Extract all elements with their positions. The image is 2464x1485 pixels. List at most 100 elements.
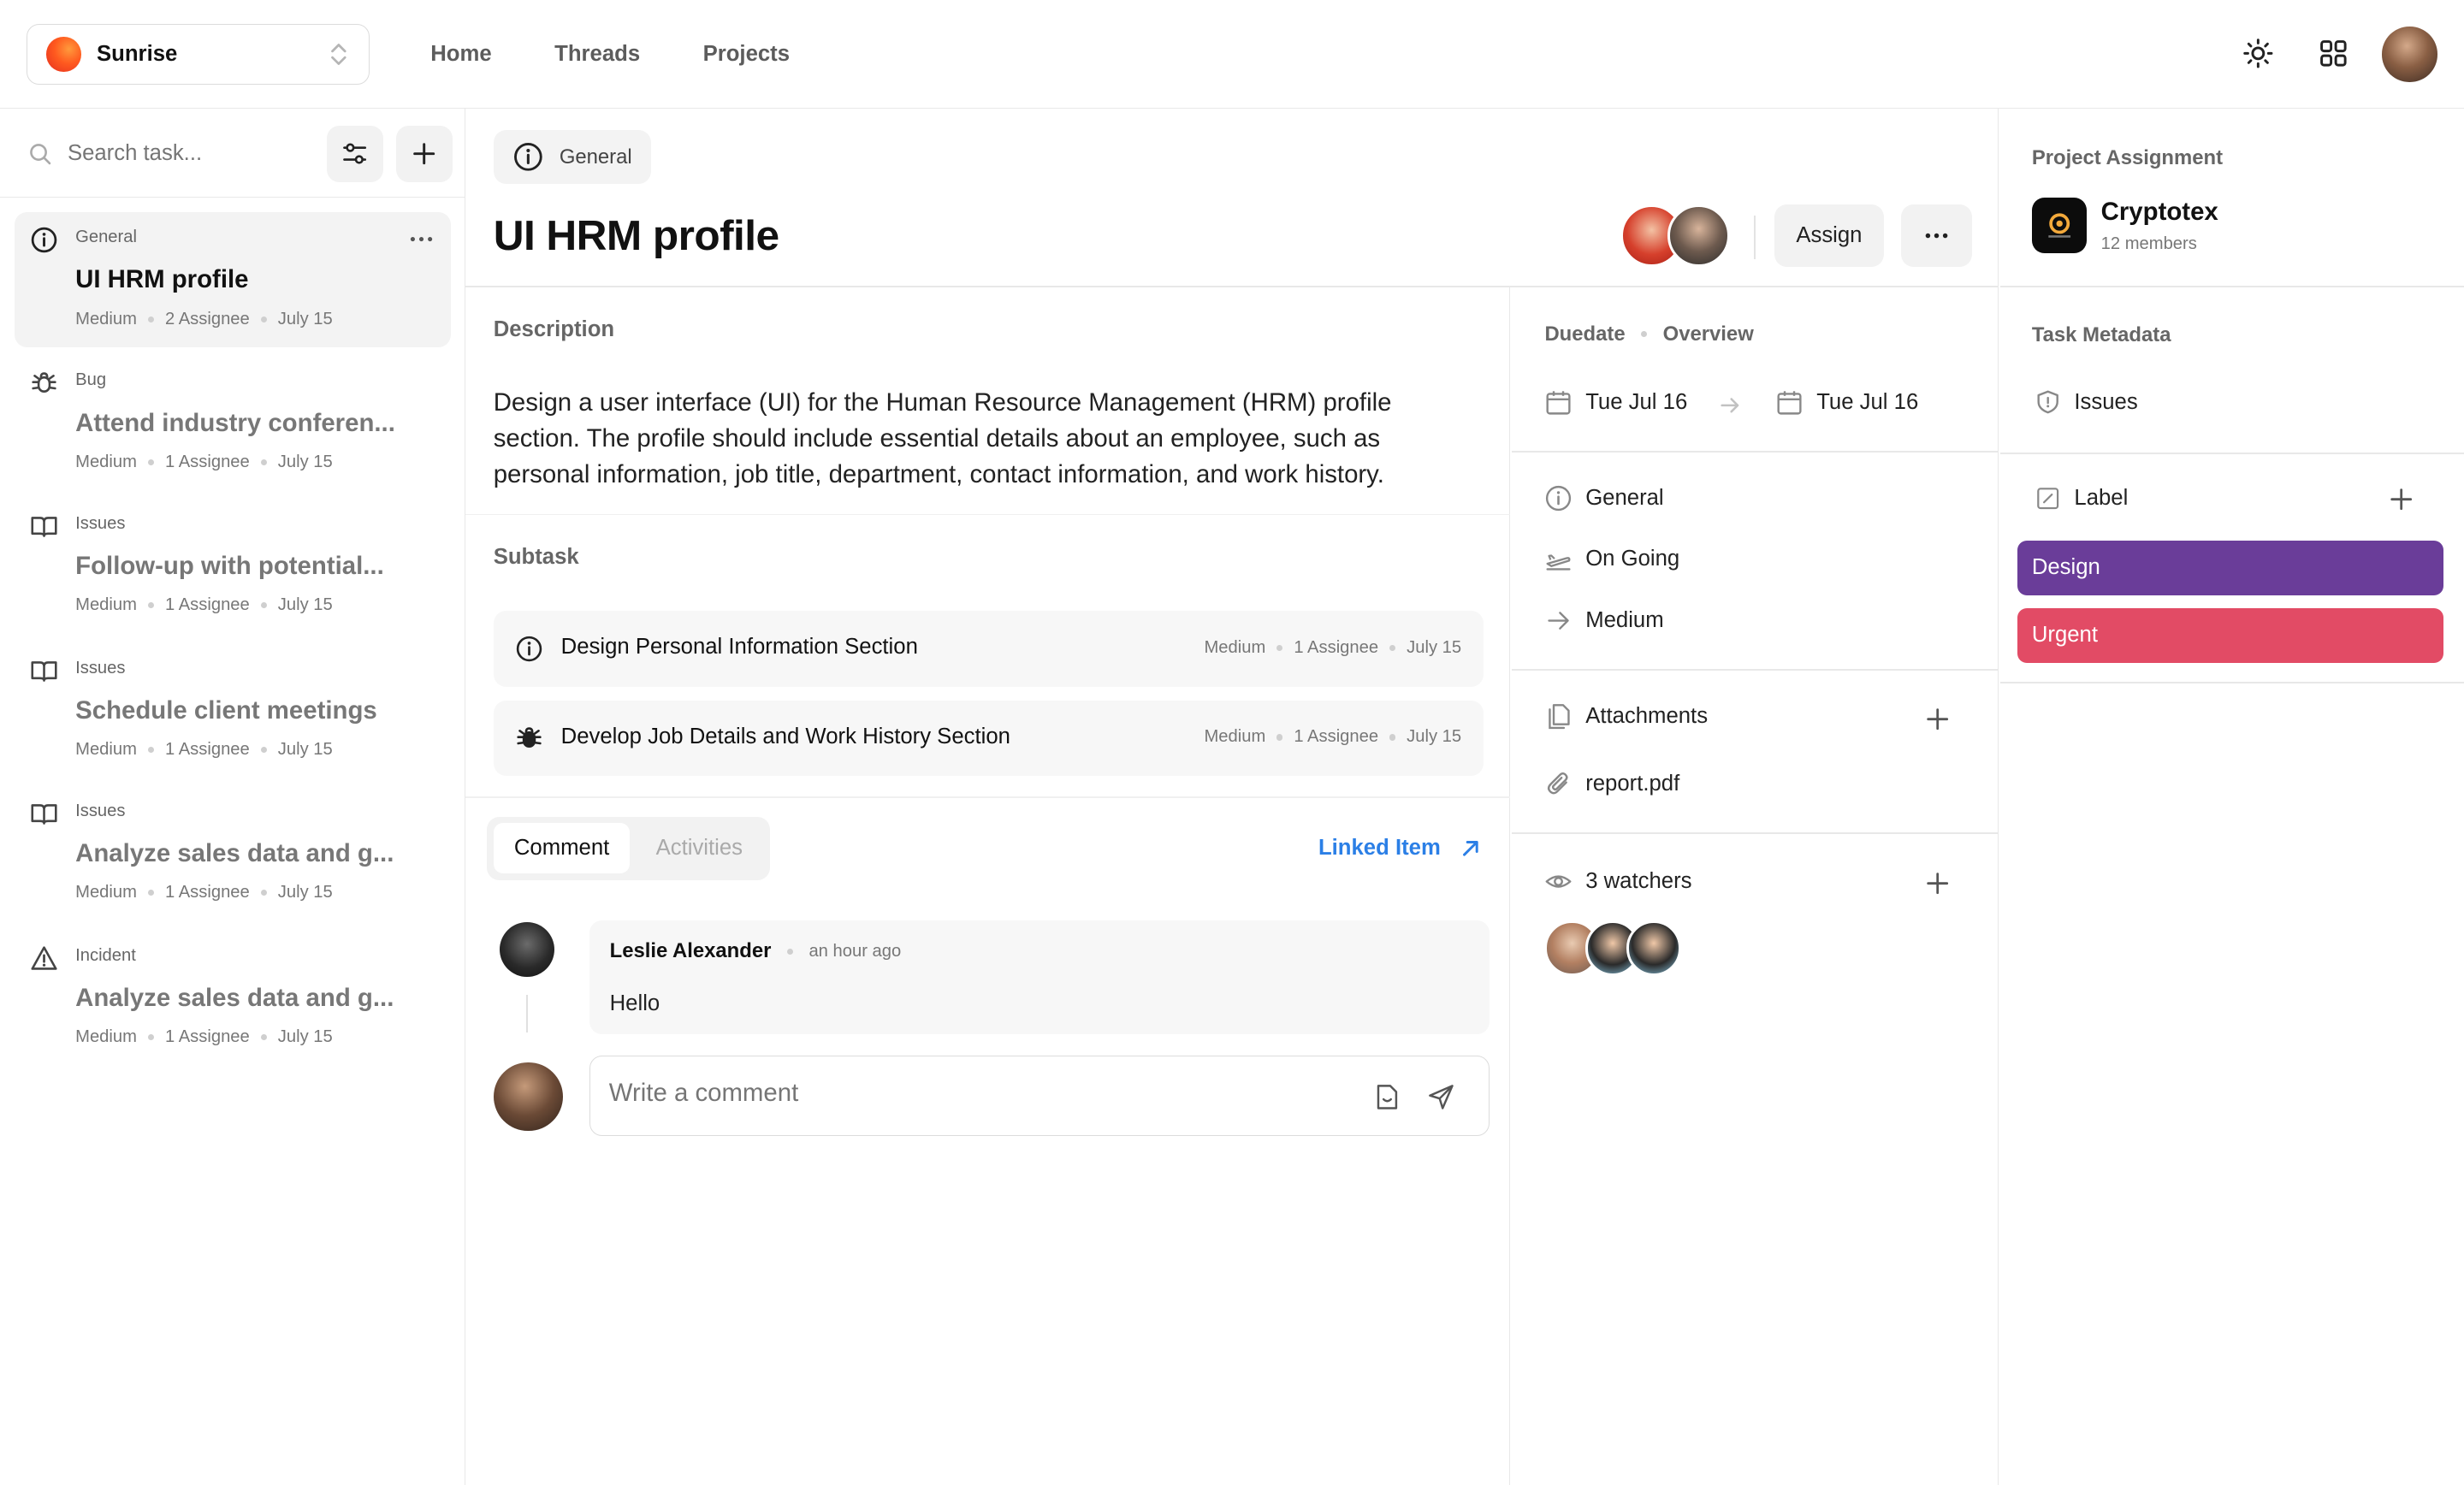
info-icon <box>517 636 542 662</box>
info-icon <box>1546 485 1572 511</box>
task-priority: Medium <box>75 309 137 328</box>
plane-icon <box>1546 554 1572 571</box>
task-metadata-label: Task Metadata <box>2031 323 2171 347</box>
task-category: Bug <box>75 370 107 390</box>
task-type[interactable]: General <box>1544 484 1664 512</box>
task-meta: Medium 1 Assignee July 15 <box>75 453 333 472</box>
task-priority: Medium <box>75 595 137 615</box>
grid-icon[interactable] <box>2318 38 2349 69</box>
label-urgent[interactable]: Urgent <box>2017 607 2444 664</box>
subtask-meta: Medium 1 Assignee July 15 <box>1204 638 1461 658</box>
task-item[interactable]: General UI HRM profile Medium 2 Assignee… <box>14 211 452 347</box>
subtask-priority: Medium <box>1204 727 1266 747</box>
task-detail: General UI HRM profile Assign Descriptio… <box>465 108 1999 1485</box>
tab-overview[interactable]: Overview <box>1663 322 1754 346</box>
description-text: Design a user interface (UI) for the Hum… <box>493 388 1392 489</box>
search-box[interactable] <box>28 130 311 177</box>
filter-button[interactable] <box>327 125 384 183</box>
task-item[interactable]: Issues Analyze sales data and g... Mediu… <box>15 785 452 920</box>
task-item[interactable]: Bug Attend industry conferen... Medium 1… <box>15 355 452 490</box>
send-icon[interactable] <box>1426 1082 1456 1112</box>
workspace-logo <box>46 37 81 72</box>
attachment-filename: report.pdf <box>1585 771 1680 796</box>
eye-icon <box>1546 875 1572 888</box>
user-avatar[interactable] <box>2382 27 2437 82</box>
subtask-priority: Medium <box>1204 637 1266 657</box>
files-icon <box>1549 704 1571 730</box>
subtask-item[interactable]: Design Personal Information Section Medi… <box>493 611 1484 687</box>
task-category: Issues <box>75 801 126 820</box>
task-meta: Medium 1 Assignee July 15 <box>75 595 333 615</box>
task-category: Issues <box>75 513 126 533</box>
task-status-label: On Going <box>1585 547 1680 571</box>
category-chip[interactable]: General <box>493 130 651 184</box>
app-root: Sunrise Home Threads Projects Search tas… <box>0 0 2464 1485</box>
chevron-updown-icon <box>331 44 346 65</box>
workspace-name: Sunrise <box>97 41 178 66</box>
issue-type[interactable]: Issues <box>2035 389 2138 414</box>
watcher-avatars[interactable] <box>1544 920 1685 977</box>
project-logo[interactable] <box>2031 198 2088 253</box>
plus-icon[interactable] <box>1925 707 1950 731</box>
task-status[interactable]: On Going <box>1544 545 1679 573</box>
end-date-label: Tue Jul 16 <box>1816 389 1919 414</box>
page-title: UI HRM profile <box>493 211 779 260</box>
project-members: 12 members <box>2100 234 2197 253</box>
project-name[interactable]: Cryptotex <box>2101 198 2218 227</box>
task-priority[interactable]: Medium <box>1544 606 1664 635</box>
task-meta: Medium 1 Assignee July 15 <box>75 883 333 902</box>
subtask-date: July 15 <box>1407 727 1462 747</box>
attachment-file[interactable]: report.pdf <box>1544 770 1679 798</box>
plus-icon[interactable] <box>1925 871 1950 896</box>
calendar-icon <box>1546 390 1572 415</box>
linked-item-link[interactable]: Linked Item <box>1318 836 1482 861</box>
more-horizontal-icon <box>1925 233 1948 239</box>
assign-button[interactable]: Assign <box>1774 204 1885 268</box>
tab-comment[interactable]: Comment <box>493 823 631 874</box>
subtask-item[interactable]: Develop Job Details and Work History Sec… <box>493 701 1484 777</box>
divider <box>2000 286 2464 288</box>
task-priority: Medium <box>75 883 137 902</box>
start-date[interactable]: Tue Jul 16 <box>1544 388 1687 417</box>
end-date[interactable]: Tue Jul 16 <box>1775 388 1918 417</box>
add-task-button[interactable] <box>395 125 453 183</box>
properties-tabs: Duedate Overview <box>1544 322 1753 346</box>
plus-icon[interactable] <box>2389 487 2414 512</box>
task-assignee: 2 Assignee <box>164 309 250 328</box>
comment-author: Leslie Alexander <box>609 939 772 963</box>
assignee-avatars[interactable] <box>1620 204 1738 268</box>
task-date: July 15 <box>277 1027 333 1047</box>
more-horizontal-icon[interactable] <box>407 225 435 253</box>
nav-home[interactable]: Home <box>430 42 491 67</box>
arrow-up-right-icon <box>1462 840 1478 856</box>
project-panel: Project Assignment Cryptotex 12 members … <box>2000 109 2464 1485</box>
task-item[interactable]: Incident Analyze sales data and g... Med… <box>15 930 452 1065</box>
arrow-right-icon <box>1548 612 1570 630</box>
comment-input[interactable] <box>608 1078 1332 1108</box>
main-nav: Home Threads Projects <box>430 0 852 109</box>
plus-icon <box>413 143 435 165</box>
task-item[interactable]: Issues Follow-up with potential... Mediu… <box>15 498 452 633</box>
task-title: Attend industry conferen... <box>75 408 395 437</box>
subtask-title: Develop Job Details and Work History Sec… <box>560 724 1010 748</box>
label-design[interactable]: Design <box>2017 540 2444 596</box>
attach-file-icon[interactable] <box>1372 1082 1402 1112</box>
workspace-switcher[interactable]: Sunrise <box>27 23 370 86</box>
task-properties: Duedate Overview Tue Jul 16 Tue Jul 16 G… <box>1511 287 1999 1485</box>
shield-icon <box>2036 391 2058 414</box>
comment-box[interactable] <box>589 1056 1490 1136</box>
task-content: Description Design a user interface (UI)… <box>465 287 1511 1485</box>
search-input[interactable] <box>67 141 304 167</box>
task-assignee: 1 Assignee <box>164 883 250 902</box>
task-item[interactable]: Issues Schedule client meetings Medium 1… <box>15 642 452 778</box>
nav-projects[interactable]: Projects <box>703 42 790 67</box>
nav-threads[interactable]: Threads <box>554 42 640 67</box>
book-icon <box>31 516 57 537</box>
task-category: Issues <box>75 658 126 677</box>
sun-icon[interactable] <box>2242 38 2274 69</box>
comment-tabs: Comment Activities <box>487 817 770 880</box>
book-icon <box>31 660 57 682</box>
tab-activities[interactable]: Activities <box>637 823 762 873</box>
more-button[interactable] <box>1901 204 1973 268</box>
tab-duedate[interactable]: Duedate <box>1544 322 1625 346</box>
